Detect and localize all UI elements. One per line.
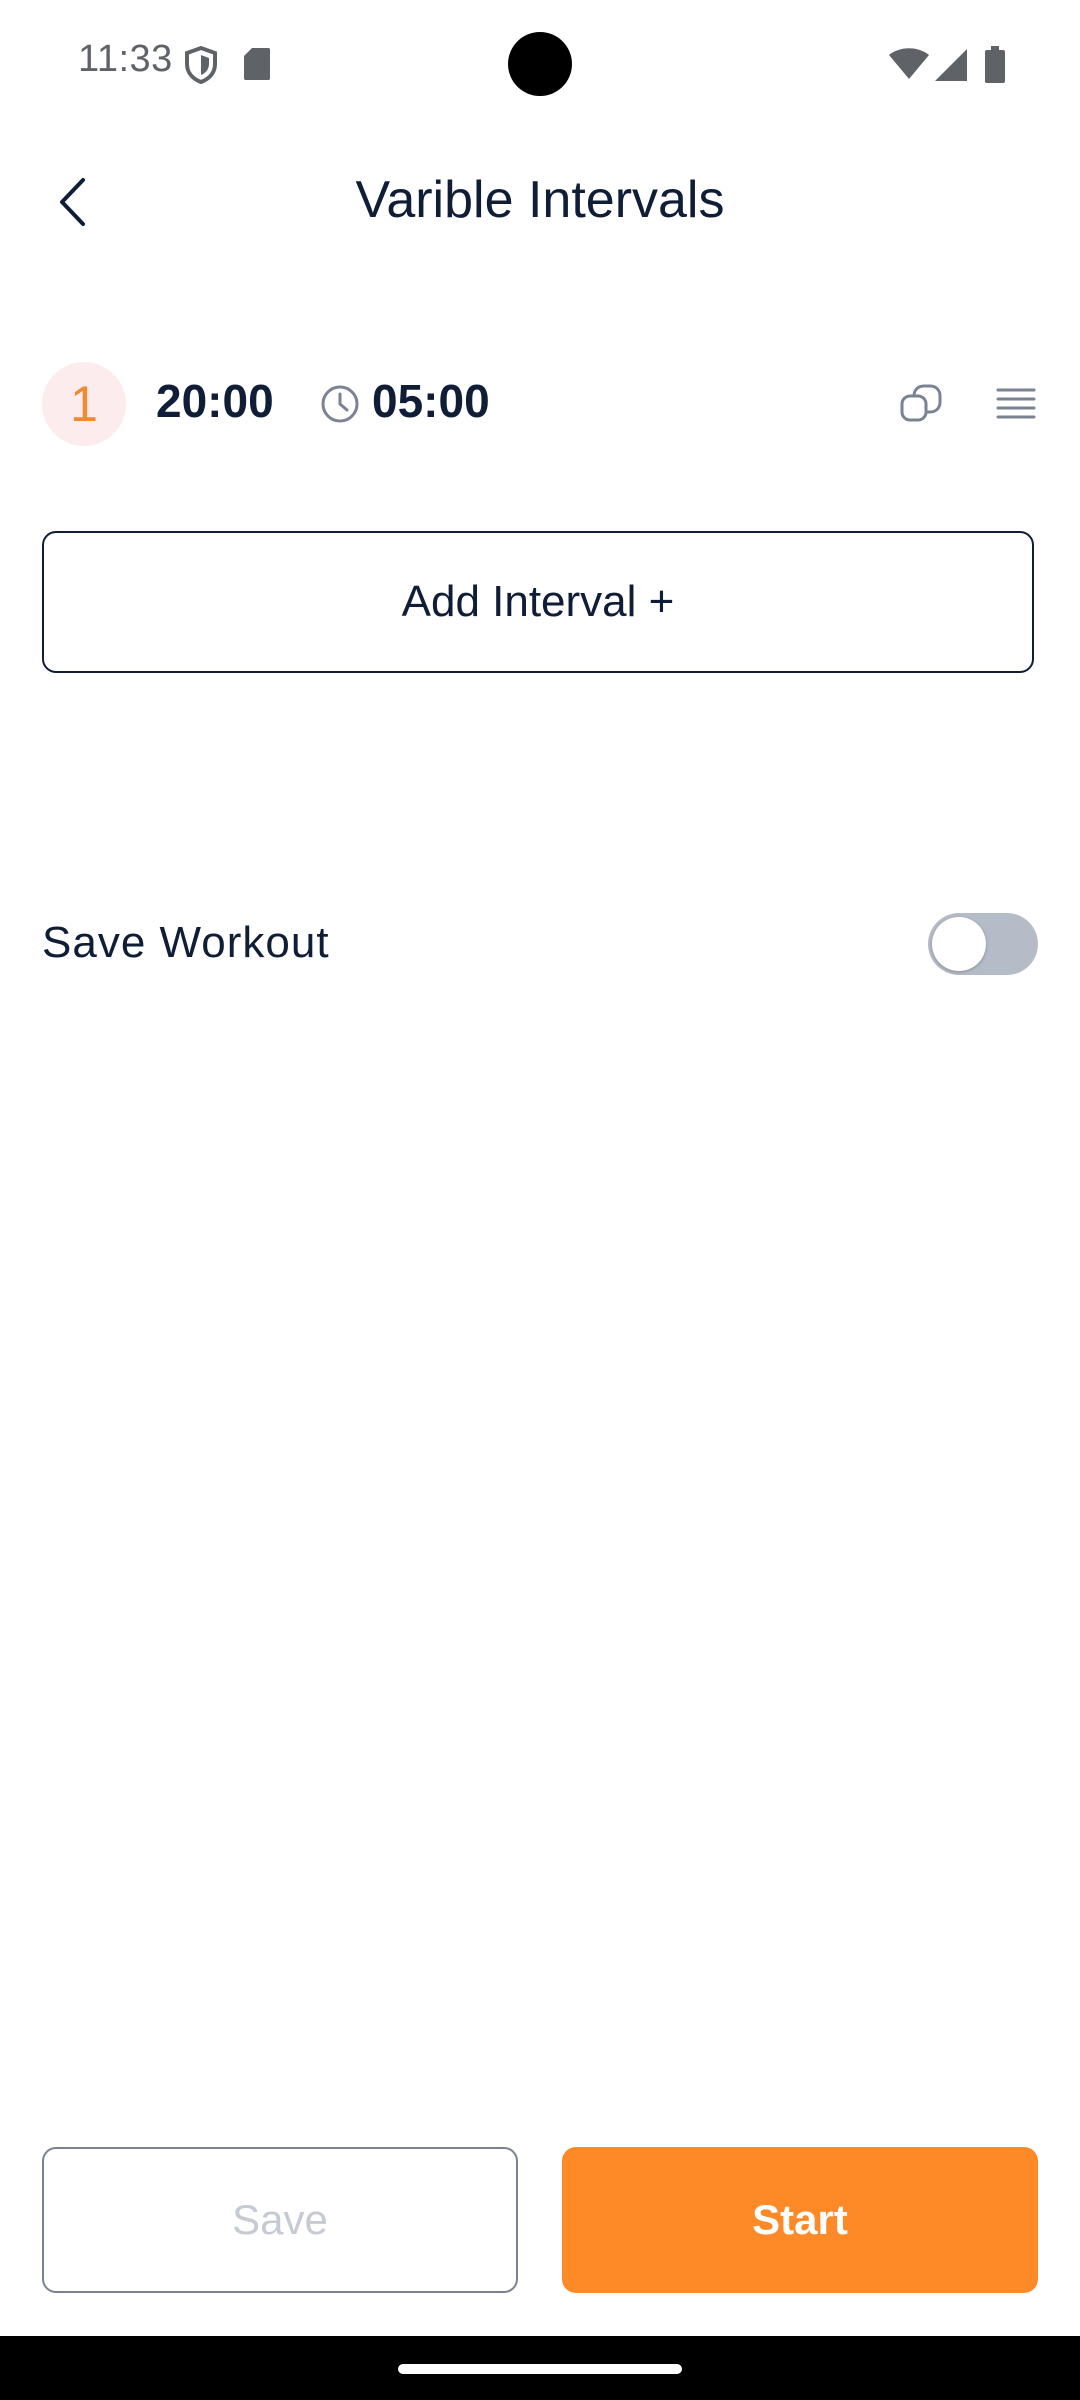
toggle-knob — [932, 917, 986, 971]
interval-duration[interactable]: 20:00 — [156, 374, 274, 428]
home-indicator[interactable] — [398, 2364, 682, 2374]
status-time: 11:33 — [78, 38, 173, 80]
duplicate-icon[interactable] — [898, 380, 946, 433]
save-workout-label: Save Workout — [42, 918, 330, 967]
save-workout-toggle[interactable] — [928, 913, 1038, 975]
camera-cutout — [508, 32, 572, 96]
interval-number-badge: 1 — [42, 362, 126, 446]
clock-icon — [320, 384, 360, 429]
interval-rest-duration[interactable]: 05:00 — [372, 374, 490, 428]
battery-icon — [984, 46, 1006, 89]
page-title: Varible Intervals — [355, 171, 725, 229]
start-button[interactable]: Start — [562, 2147, 1038, 2293]
shield-icon — [184, 45, 218, 89]
sd-card-icon — [242, 46, 272, 87]
drag-handle-icon[interactable] — [996, 386, 1036, 427]
save-button[interactable]: Save — [42, 2147, 518, 2293]
add-interval-button[interactable]: Add Interval + — [42, 531, 1034, 673]
interval-number: 1 — [70, 376, 98, 432]
wifi-icon — [888, 48, 930, 85]
signal-icon — [934, 48, 968, 87]
